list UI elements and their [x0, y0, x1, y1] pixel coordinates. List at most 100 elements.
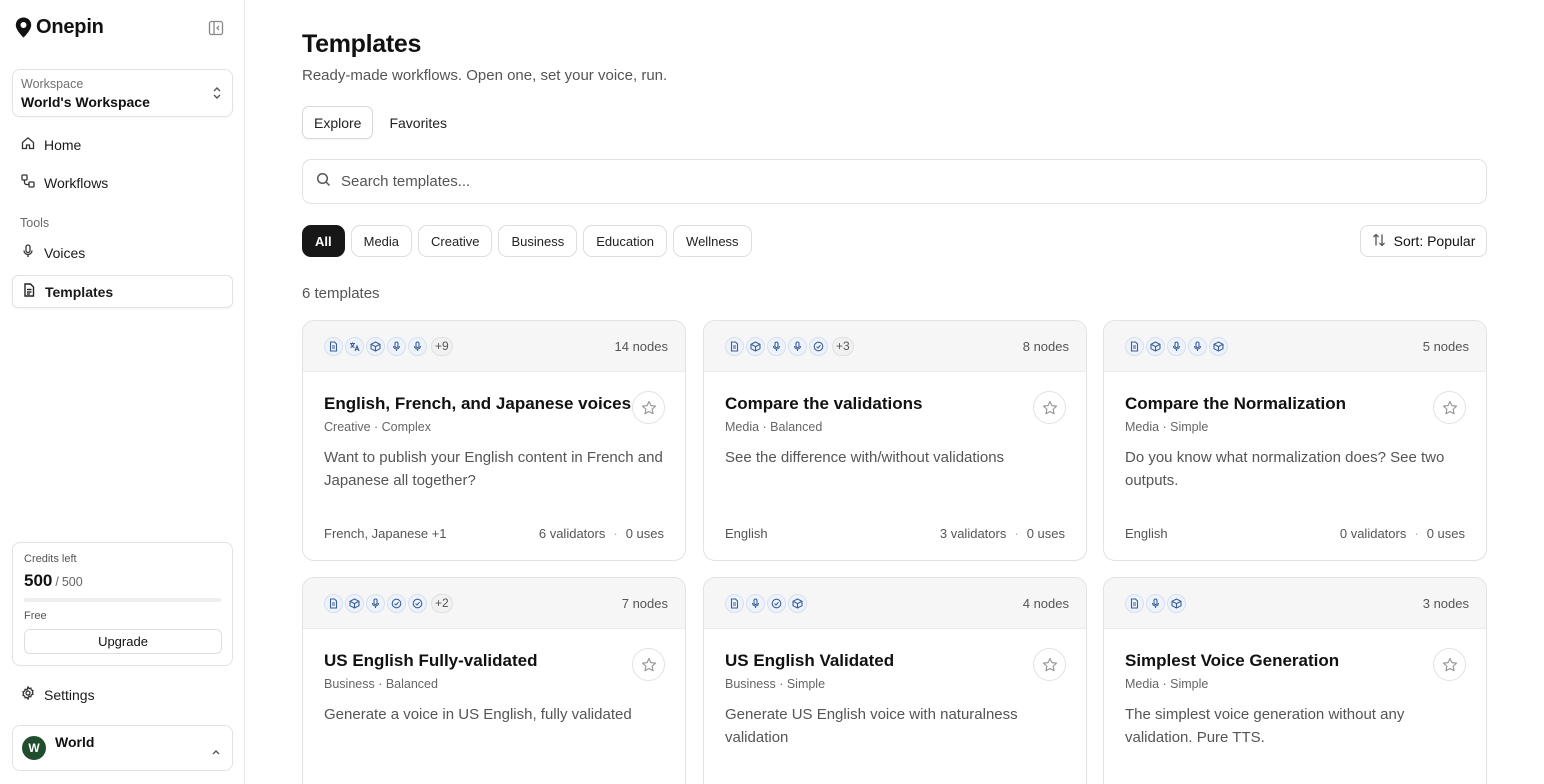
template-card[interactable]: +2 7 nodes US English Fully-validated Busin… — [302, 577, 686, 784]
doc-icon — [324, 336, 343, 356]
nav-workflows-label: Workflows — [44, 174, 109, 191]
card-title: US English Validated — [725, 651, 895, 670]
filter-education[interactable]: Education — [583, 225, 668, 257]
card-title: English, French, and Japanese voices — [324, 394, 632, 413]
brand[interactable]: Onepin — [15, 16, 104, 39]
check-circle-icon — [767, 593, 786, 613]
doc-icon — [1125, 593, 1144, 613]
search-input[interactable] — [341, 173, 1441, 190]
tab-explore[interactable]: Explore — [302, 106, 374, 139]
doc-icon — [725, 336, 744, 356]
separator-dot: · — [1014, 526, 1019, 541]
filter-creative[interactable]: Creative — [418, 225, 493, 257]
template-card[interactable]: 5 nodes Compare the Normalization Media · … — [1103, 320, 1487, 561]
credits-label: Credits left — [24, 553, 77, 565]
card-title: US English Fully-validated — [324, 651, 538, 670]
mic-icon — [21, 244, 35, 261]
card-description: Generate US English voice with naturalne… — [725, 706, 1018, 746]
cube-icon — [366, 336, 385, 356]
workspace-value: World's Workspace — [21, 94, 150, 110]
card-header: +2 7 nodes — [303, 578, 685, 629]
more-nodes-badge: +3 — [832, 336, 854, 356]
favorite-star-icon[interactable] — [632, 648, 665, 681]
card-description: Do you know what normalization does? See… — [1125, 449, 1445, 489]
cube-icon — [1209, 336, 1228, 356]
check-circle-icon — [809, 336, 828, 356]
favorite-star-icon[interactable] — [1433, 648, 1466, 681]
nav-settings[interactable]: Settings — [12, 678, 233, 711]
favorite-star-icon[interactable] — [1433, 391, 1466, 424]
collapse-sidebar-icon[interactable] — [207, 19, 225, 37]
node-icons — [725, 593, 807, 613]
upgrade-button[interactable]: Upgrade — [24, 629, 222, 654]
card-body: Compare the validations Media · Balanced S… — [704, 372, 1086, 469]
card-stats: 0 validators · 0 uses — [1340, 526, 1465, 541]
cube-icon — [1167, 593, 1186, 613]
card-title: Compare the validations — [725, 394, 923, 413]
nav-voices[interactable]: Voices — [12, 236, 233, 269]
filter-business[interactable]: Business — [498, 225, 578, 257]
nav-home[interactable]: Home — [12, 128, 233, 161]
tab-favorites[interactable]: Favorites — [377, 106, 459, 139]
card-uses: 0 uses — [1426, 526, 1465, 541]
mic-icon — [1167, 336, 1186, 356]
separator-dot: · — [1414, 526, 1419, 541]
template-card[interactable]: +3 8 nodes Compare the validations Media · … — [703, 320, 1087, 561]
node-count: 8 nodes — [1022, 338, 1069, 354]
page-title: Templates — [302, 30, 422, 58]
filter-media[interactable]: Media — [350, 225, 413, 257]
card-body: Simplest Voice Generation Media · Simple T… — [1104, 629, 1486, 749]
credits-progress-bar — [24, 598, 221, 602]
card-uses: 0 uses — [1026, 526, 1065, 541]
card-languages: French, Japanese +1 — [324, 526, 447, 541]
card-body: US English Fully-validated Business · Bal… — [303, 629, 685, 726]
card-header: +9 14 nodes — [303, 321, 685, 372]
card-header: 3 nodes — [1104, 578, 1486, 629]
node-count: 5 nodes — [1422, 338, 1469, 354]
nav-templates[interactable]: Templates — [12, 275, 233, 308]
credits-separator: / — [55, 575, 59, 589]
card-meta: Business · Balanced — [324, 677, 438, 691]
node-icons — [1125, 593, 1186, 613]
separator-dot: · — [613, 526, 618, 541]
node-count: 4 nodes — [1022, 595, 1069, 611]
sort-label: Sort: Popular — [1393, 233, 1476, 249]
user-menu[interactable]: W World — [12, 725, 233, 771]
card-validators: 0 validators — [1339, 526, 1407, 541]
chevron-up-down-icon — [212, 86, 222, 105]
user-name: World — [55, 734, 95, 750]
nav-home-label: Home — [44, 136, 82, 153]
cube-icon — [1146, 336, 1165, 356]
favorite-star-icon[interactable] — [632, 391, 665, 424]
more-nodes-badge: +2 — [431, 593, 453, 613]
credits-amount: 500 / 500 — [24, 571, 221, 591]
favorite-star-icon[interactable] — [1033, 648, 1066, 681]
node-icons — [1125, 336, 1228, 356]
card-footer: English 0 validators · 0 uses — [1125, 526, 1465, 541]
template-card[interactable]: 3 nodes Simplest Voice Generation Media · … — [1103, 577, 1487, 784]
plan-label: Free — [24, 610, 47, 622]
card-validators: 6 validators — [538, 526, 606, 541]
favorite-star-icon[interactable] — [1033, 391, 1066, 424]
workflow-icon — [21, 174, 35, 191]
nav-settings-label: Settings — [44, 686, 95, 703]
home-icon — [21, 136, 35, 153]
filter-all[interactable]: All — [302, 225, 345, 257]
filter-wellness[interactable]: Wellness — [673, 225, 752, 257]
page-subtitle: Ready-made workflows. Open one, set your… — [302, 67, 668, 84]
nav-voices-label: Voices — [44, 244, 86, 261]
workspace-selector[interactable]: Workspace World's Workspace — [12, 69, 233, 117]
sort-button[interactable]: Sort: Popular — [1360, 225, 1487, 257]
mic-icon — [387, 336, 406, 356]
card-description: See the difference with/without validati… — [725, 449, 1005, 466]
doc-icon — [1125, 336, 1144, 356]
nav-workflows[interactable]: Workflows — [12, 166, 233, 199]
card-uses: 0 uses — [625, 526, 664, 541]
cube-icon — [788, 593, 807, 613]
template-card[interactable]: +9 14 nodes English, French, and Japanese … — [302, 320, 686, 561]
tools-section-label: Tools — [20, 216, 50, 230]
template-card[interactable]: 4 nodes US English Validated Business · Si… — [703, 577, 1087, 784]
sort-icon — [1372, 233, 1386, 250]
check-circle-icon — [408, 593, 427, 613]
card-footer: French, Japanese +1 6 validators · 0 uses — [324, 526, 664, 541]
